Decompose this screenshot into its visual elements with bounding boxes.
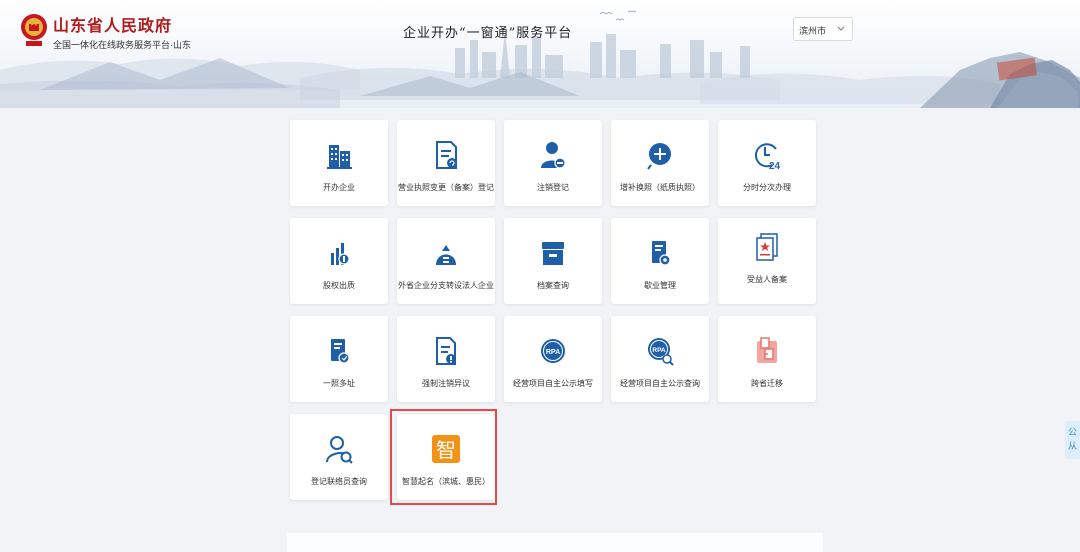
service-card-timeshare[interactable]: 24 分时分次办理 [718, 120, 816, 206]
suspend-business-icon [652, 241, 671, 266]
mount-tai-illustration [990, 57, 1080, 108]
multi-address-icon [331, 339, 350, 364]
service-card-equity-pledge[interactable]: 股权出质 [290, 218, 388, 304]
service-label: 经营项目自主公示填写 [513, 379, 593, 388]
cancellation-objection-icon [436, 337, 456, 365]
service-card-kaiban[interactable]: 开办企业 [290, 120, 388, 206]
service-card-liaison-search[interactable]: 登记联络员查询 [290, 414, 388, 500]
service-label: 强制注销异议 [422, 379, 470, 388]
user-remove-icon [541, 142, 566, 169]
equity-pledge-icon [331, 243, 350, 265]
archive-box-icon [542, 242, 564, 265]
service-label: 跨省迁移 [751, 379, 783, 388]
svg-text:24: 24 [769, 161, 781, 171]
service-label: 分时分次办理 [743, 183, 791, 192]
gov-title[interactable]: 山东省人民政府 [53, 12, 172, 36]
service-label: 受益人备案 [747, 275, 787, 284]
national-emblem-icon [21, 14, 47, 46]
service-card-cross-province[interactable]: 跨省迁移 [718, 316, 816, 402]
service-label: 一照多址 [323, 379, 355, 388]
service-card-branch-transfer[interactable]: 外省企业分支转设法人企业 [397, 218, 495, 304]
service-label: 外省企业分支转设法人企业 [398, 281, 494, 290]
side-float-tab[interactable]: 公 从 [1065, 421, 1080, 459]
liaison-search-icon [326, 436, 353, 464]
svg-text:RPA: RPA [652, 347, 666, 354]
service-label: 经营项目自主公示查询 [620, 379, 700, 388]
service-card-rpa-search[interactable]: RPA 经营项目自主公示查询 [611, 316, 709, 402]
chevron-down-icon [837, 26, 845, 31]
service-label: 股权出质 [323, 281, 355, 290]
service-card-multi-address[interactable]: 一照多址 [290, 316, 388, 402]
service-card-license-change[interactable]: 营业执照变更（备案）登记 [397, 120, 495, 206]
service-label: 歇业管理 [644, 281, 676, 290]
buildings-icon [327, 145, 352, 169]
platform-title: 企业开办“一窗通”服务平台 [403, 26, 573, 41]
service-card-rpa-fill[interactable]: RPA 经营项目自主公示填写 [504, 316, 602, 402]
rpa-fill-icon: RPA [541, 339, 565, 363]
branch-transfer-icon [436, 245, 456, 265]
clock-24-icon: 24 [755, 143, 781, 171]
side-tab-text: 从 [1067, 441, 1077, 451]
service-label: 增补换照（纸质执照） [620, 183, 700, 192]
service-label: 开办企业 [323, 183, 355, 192]
city-select[interactable]: 滨州市 [793, 17, 853, 41]
bottom-panel [287, 533, 823, 552]
service-label: 注销登记 [537, 183, 569, 192]
rpa-search-icon: RPA [648, 338, 674, 366]
plus-circle-icon [647, 143, 671, 170]
svg-text:RPA: RPA [546, 349, 560, 356]
service-card-license-reissue[interactable]: 增补换照（纸质执照） [611, 120, 709, 206]
service-card-beneficiary[interactable]: 受益人备案 [718, 218, 816, 304]
highlight-annotation-box [390, 409, 497, 505]
side-tab-text: 公 [1067, 427, 1077, 437]
service-label: 档案查询 [537, 281, 569, 290]
document-refresh-icon [436, 141, 457, 169]
beneficiary-filing-icon [756, 233, 778, 261]
city-select-value: 滨州市 [799, 26, 827, 36]
site-header: 山东省人民政府 全国一体化在线政务服务平台·山东 企业开办“一窗通”服务平台 滨… [0, 0, 1080, 108]
service-card-archive[interactable]: 档案查询 [504, 218, 602, 304]
service-card-cancellation-objection[interactable]: 强制注销异议 [397, 316, 495, 402]
cross-province-migration-icon [757, 337, 777, 363]
service-card-deregistration[interactable]: 注销登记 [504, 120, 602, 206]
service-card-suspend[interactable]: 歇业管理 [611, 218, 709, 304]
service-label: 登记联络员查询 [311, 477, 367, 486]
gov-subtitle: 全国一体化在线政务服务平台·山东 [53, 40, 191, 50]
service-label: 营业执照变更（备案）登记 [398, 183, 494, 192]
